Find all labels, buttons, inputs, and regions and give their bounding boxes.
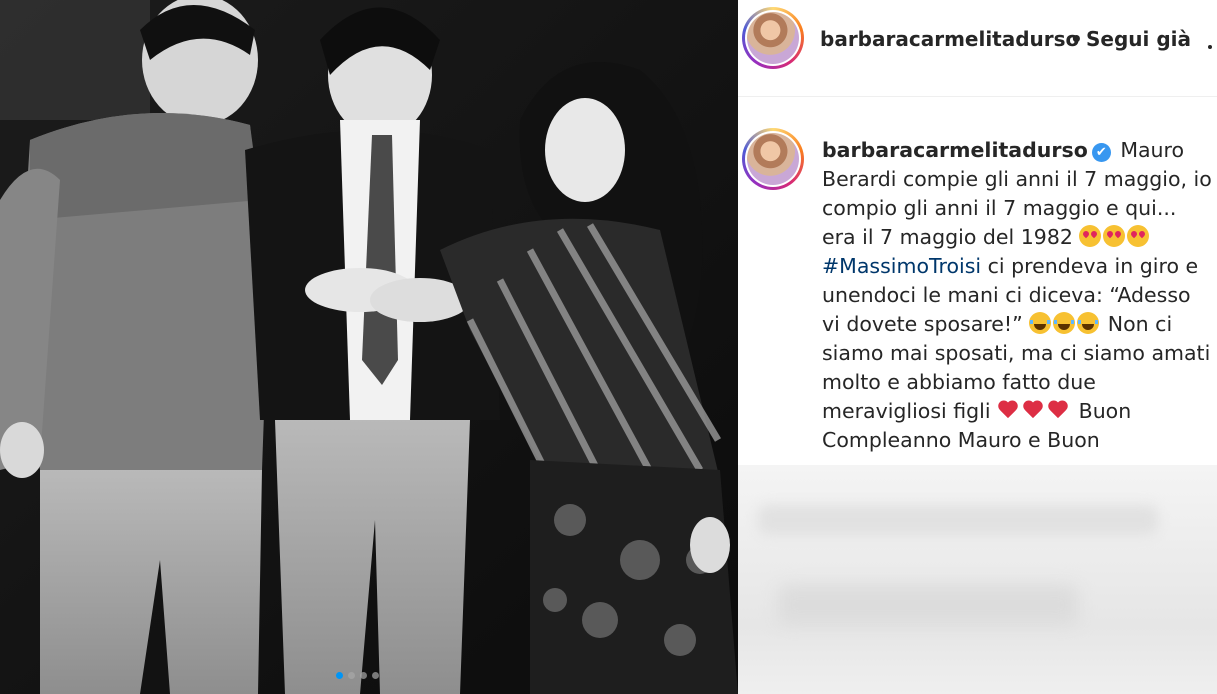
photo-illustration xyxy=(0,0,738,694)
caption-avatar[interactable] xyxy=(742,128,804,190)
avatar-image xyxy=(747,12,799,64)
heart-eyes-emoji-icon xyxy=(1103,225,1126,247)
tears-of-joy-emoji-icon xyxy=(1077,312,1100,334)
verified-badge-icon: ✔ xyxy=(1091,143,1111,162)
header-username[interactable]: barbaracarmelitadurso xyxy=(820,27,1079,51)
caption-username[interactable]: barbaracarmelitadurso xyxy=(822,138,1088,162)
red-heart-emoji-icon xyxy=(997,401,1019,421)
post-header: barbaracarmelitadurso • Segui già xyxy=(738,0,1217,97)
hashtag-link[interactable]: #MassimoTroisi xyxy=(822,254,981,278)
more-options-icon[interactable] xyxy=(1208,34,1217,49)
post-photo[interactable] xyxy=(0,0,738,694)
red-heart-emoji-icon xyxy=(1022,401,1044,421)
avatar[interactable] xyxy=(742,7,804,69)
tears-of-joy-emoji-icon xyxy=(1029,312,1052,334)
avatar-image xyxy=(747,133,799,185)
carousel-indicator xyxy=(336,672,379,679)
post-caption: barbaracarmelitadurso ✔ Mauro Berardi com… xyxy=(822,136,1214,455)
avatar-border xyxy=(745,10,801,66)
heart-eyes-emoji-icon xyxy=(1127,225,1150,247)
blurred-shape xyxy=(758,505,1158,535)
carousel-dot xyxy=(348,672,355,679)
carousel-dot-active xyxy=(336,672,343,679)
avatar-border xyxy=(745,131,801,187)
carousel-dot xyxy=(372,672,379,679)
following-button[interactable]: Segui già xyxy=(1086,27,1191,51)
header-separator: • xyxy=(1070,27,1083,51)
red-heart-emoji-icon xyxy=(1047,401,1069,421)
blurred-shape xyxy=(778,585,1078,625)
post-sidebar: barbaracarmelitadurso • Segui già barbar… xyxy=(738,0,1217,694)
carousel-dot xyxy=(360,672,367,679)
tears-of-joy-emoji-icon xyxy=(1053,312,1076,334)
blurred-region xyxy=(738,465,1217,694)
heart-eyes-emoji-icon xyxy=(1079,225,1102,247)
